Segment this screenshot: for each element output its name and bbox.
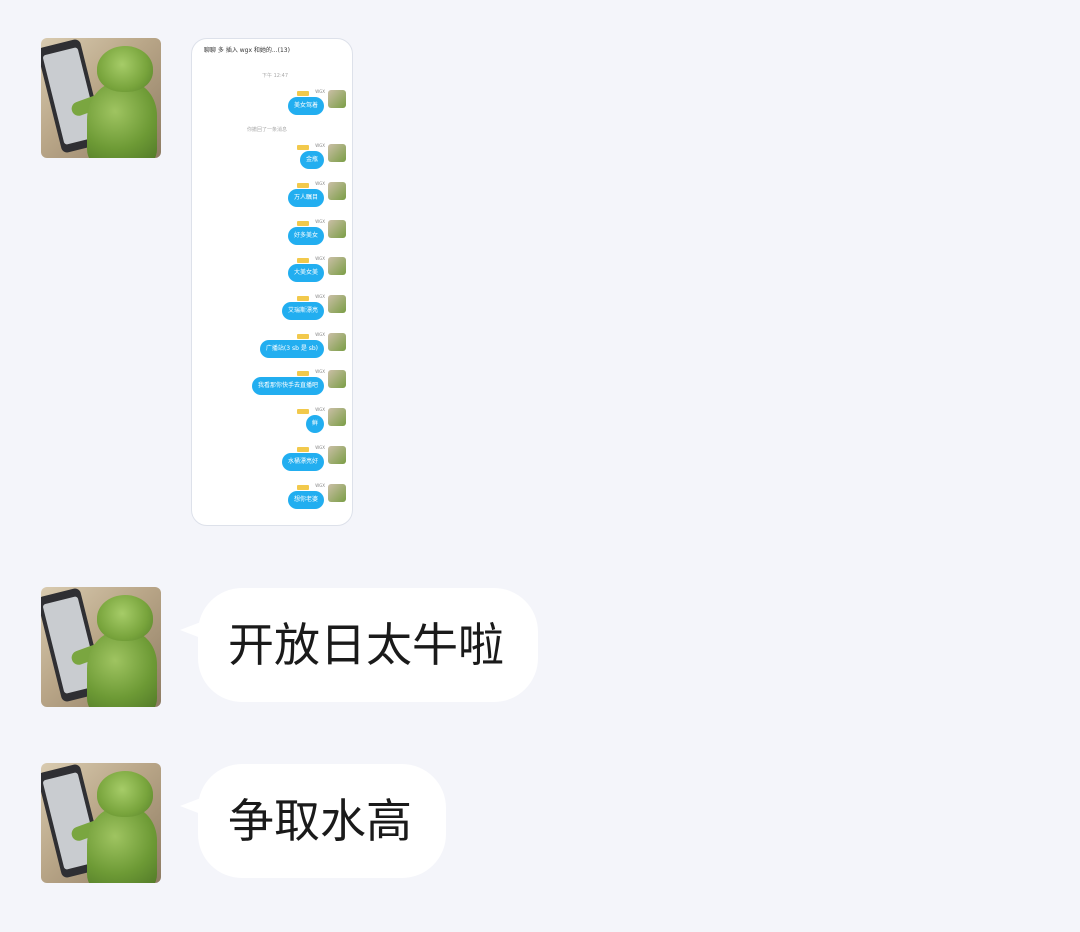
screenshot-sender-name: WGX [315,369,325,374]
screenshot-message-bubble: 鲜 [305,415,324,433]
sender-avatar[interactable] [41,38,161,158]
kermit-frog-avatar-icon [87,631,157,707]
screenshot-message-bubble: 大美女美 [287,264,324,282]
screenshot-message-row: WGX 想你老婆 [192,479,352,515]
screenshot-sender-name: WGX [315,143,325,148]
text-message-bubble[interactable]: 争取水高 [198,764,446,878]
sender-avatar[interactable] [41,763,161,883]
mini-avatar-icon [328,295,346,313]
screenshot-sender-name: WGX [315,294,325,299]
mini-avatar-icon [328,408,346,426]
member-tag-badge [297,371,309,376]
kermit-frog-avatar-icon [87,82,157,158]
screenshot-message-row: WGX 好多美女 [192,215,352,251]
screenshot-sender-name: WGX [315,445,325,450]
member-tag-badge [297,91,309,96]
screenshot-message-bubble: 好多美女 [287,227,324,245]
member-tag-badge [297,485,309,490]
mini-avatar-icon [328,370,346,388]
mini-avatar-icon [328,182,346,200]
member-tag-badge [297,334,309,339]
screenshot-timestamp: 下午 12:47 [262,73,288,79]
mini-avatar-icon [328,446,346,464]
screenshot-sender-name: WGX [315,256,325,261]
screenshot-message-bubble: 想你老婆 [287,491,324,509]
screenshot-message-row: WGX 美女驾着 [192,85,352,121]
screenshot-sender-name: WGX [315,332,325,337]
screenshot-sender-name: WGX [315,181,325,186]
member-tag-badge [297,409,309,414]
screenshot-message-bubble: 我看那你快手去直播吧 [251,377,324,395]
member-tag-badge [297,296,309,301]
screenshot-message-bubble: 金瓶 [299,151,324,169]
screenshot-message-bubble: 万人瞩目 [287,189,324,207]
screenshot-message-row: WGX 金瓶 [192,139,352,175]
screenshot-sender-name: WGX [315,89,325,94]
screenshot-message-row: WGX 鲜 [192,403,352,439]
mini-avatar-icon [328,90,346,108]
screenshot-sender-name: WGX [315,219,325,224]
screenshot-chat-title: 聊聊 多 插入 wgx 和她的...(13) [204,47,290,54]
mini-avatar-icon [328,257,346,275]
mini-avatar-icon [328,333,346,351]
member-tag-badge [297,145,309,150]
member-tag-badge [297,447,309,452]
screenshot-message-row: WGX 大美女美 [192,252,352,288]
screenshot-message-row: WGX 我看那你快手去直播吧 [192,365,352,401]
mini-avatar-icon [328,220,346,238]
screenshot-message-row: WGX 万人瞩目 [192,177,352,213]
mini-avatar-icon [328,484,346,502]
member-tag-badge [297,183,309,188]
screenshot-message-bubble: 美女驾着 [287,97,324,115]
screenshot-sender-name: WGX [315,483,325,488]
image-message[interactable]: 聊聊 多 插入 wgx 和她的...(13) 下午 12:47 你撤回了一条消息… [191,38,353,526]
member-tag-badge [297,221,309,226]
member-tag-badge [297,258,309,263]
kermit-frog-avatar-icon [87,807,157,883]
screenshot-message-bubble: 艾瑞斯漂亮 [281,302,324,320]
screenshot-message-row: WGX 水桶漂亮好 [192,441,352,477]
screenshot-message-bubble: 广播站(3 sb 是 sb) [259,340,324,358]
screenshot-message-row: WGX 艾瑞斯漂亮 [192,290,352,326]
screenshot-message-bubble: 水桶漂亮好 [281,453,324,471]
screenshot-system-notice: 你撤回了一条消息 [247,127,288,133]
screenshot-sender-name: WGX [315,407,325,412]
screenshot-message-row: WGX 广播站(3 sb 是 sb) [192,328,352,364]
mini-avatar-icon [328,144,346,162]
sender-avatar[interactable] [41,587,161,707]
text-message-bubble[interactable]: 开放日太牛啦 [198,588,538,702]
